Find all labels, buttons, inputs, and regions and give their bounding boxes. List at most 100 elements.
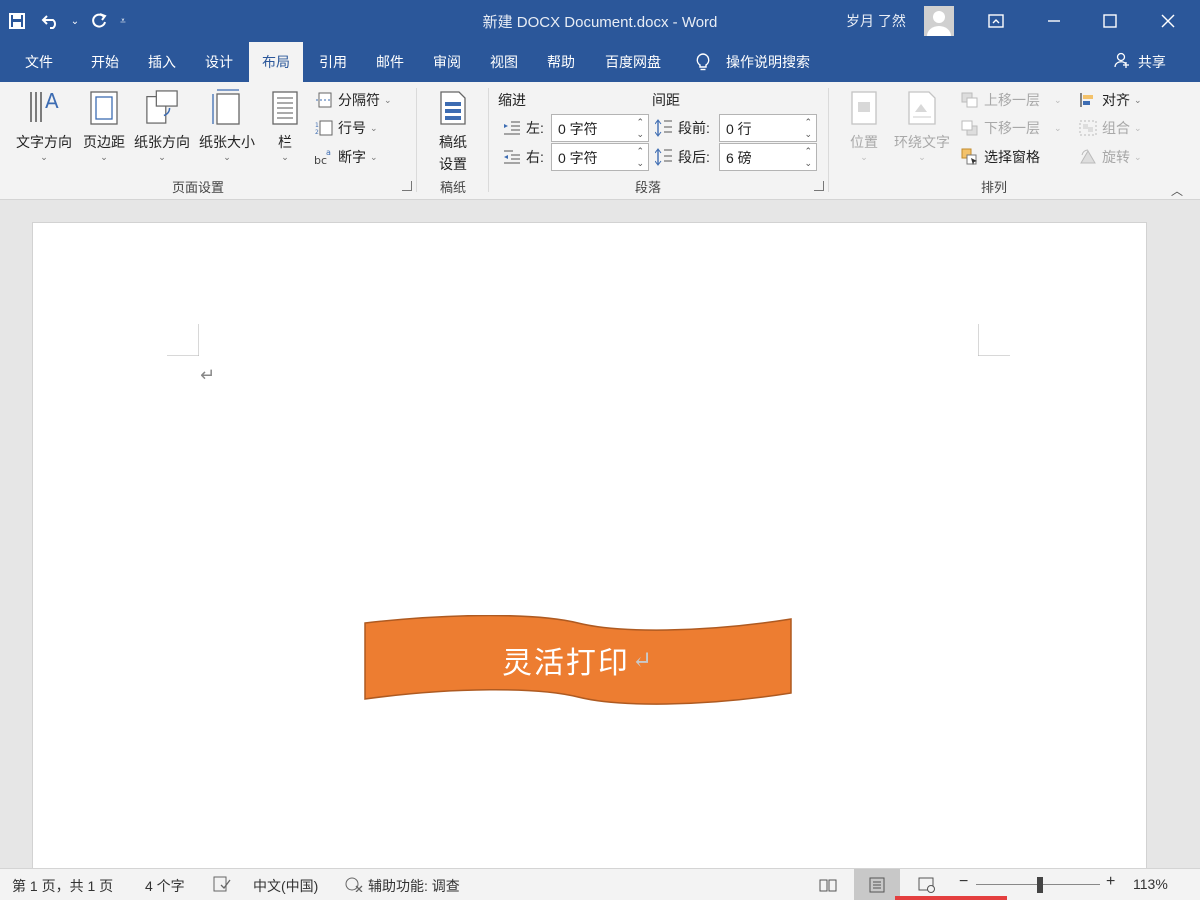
undo-icon[interactable] (34, 0, 68, 42)
wave-banner-shape[interactable]: 灵活打印 ↵ (363, 614, 793, 705)
breaks-button[interactable]: 分隔符 ⌄ (314, 89, 392, 111)
person-icon (1114, 43, 1130, 83)
columns-button[interactable]: 栏 ⌄ (265, 88, 305, 163)
minimize-icon[interactable] (1026, 0, 1082, 42)
indent-left-text: 左: (526, 120, 544, 136)
user-name[interactable]: 岁月 了然 (846, 11, 906, 31)
chevron-down-icon: ⌄ (223, 152, 231, 162)
position-button[interactable]: 位置 ⌄ (842, 88, 886, 163)
indent-right-input[interactable]: 0 字符 ⌃ ⌄ (551, 143, 649, 171)
size-button[interactable]: 纸张大小 ⌄ (195, 88, 259, 163)
orientation-button[interactable]: 纸张方向 ⌄ (130, 88, 194, 163)
send-backward-button[interactable]: 下移一层 ⌄ (960, 117, 1062, 139)
group-divider (828, 88, 829, 192)
size-label: 纸张大小 (199, 134, 255, 150)
close-icon[interactable] (1140, 0, 1196, 42)
zoom-level[interactable]: 113% (1133, 876, 1168, 892)
tab-baidu-netdisk[interactable]: 百度网盘 (596, 42, 670, 82)
chevron-down-icon: ⌄ (860, 152, 868, 162)
quick-access-toolbar: ⌄ ⩡ (0, 0, 130, 42)
zoom-slider-thumb[interactable] (1037, 877, 1043, 893)
tab-insert[interactable]: 插入 (136, 42, 188, 82)
selection-pane-icon (960, 148, 980, 166)
ribbon-display-options-icon[interactable] (968, 0, 1024, 42)
indent-left-input[interactable]: 0 字符 ⌃ ⌄ (551, 114, 649, 142)
tell-me-search[interactable]: 操作说明搜索 (690, 42, 830, 82)
margins-icon (87, 88, 121, 126)
text-direction-button[interactable]: A 文字方向 ⌄ (12, 88, 76, 163)
spin-arrows-icon[interactable]: ⌃ ⌄ (636, 145, 644, 169)
tab-view[interactable]: 视图 (478, 42, 530, 82)
rotate-button[interactable]: 旋转 ⌄ (1078, 146, 1142, 168)
undo-dropdown-icon[interactable]: ⌄ (68, 0, 82, 42)
tab-review[interactable]: 审阅 (421, 42, 473, 82)
align-label: 对齐 (1102, 92, 1130, 108)
tab-home[interactable]: 开始 (78, 42, 132, 82)
spacing-after-text: 段后: (678, 149, 710, 165)
page-setup-launcher-icon[interactable]: launcher (402, 181, 412, 191)
save-icon[interactable] (0, 0, 34, 42)
read-mode-icon[interactable] (805, 869, 851, 900)
selection-pane-button[interactable]: 选择窗格 (960, 146, 1040, 168)
manuscript-settings-button[interactable]: 稿纸 设置 (428, 88, 478, 174)
proofing-icon[interactable] (212, 875, 232, 893)
spacing-after-input[interactable]: 6 磅 ⌃ ⌄ (719, 143, 817, 171)
spin-arrows-icon[interactable]: ⌃ ⌄ (804, 116, 812, 140)
group-button[interactable]: 组合 ⌄ (1078, 117, 1142, 139)
spin-arrows-icon[interactable]: ⌃ ⌄ (636, 116, 644, 140)
banner-text-box[interactable]: 灵活打印 ↵ (363, 615, 793, 705)
zoom-out-button[interactable]: − (959, 873, 968, 891)
line-numbers-button[interactable]: 12 行号 ⌄ (314, 117, 378, 139)
svg-text:a: a (326, 148, 331, 157)
customize-icon[interactable]: ⩡ (116, 0, 130, 42)
document-page[interactable]: ↵ 灵活打印 ↵ (32, 222, 1147, 872)
margin-corner-top-left (167, 324, 199, 356)
indent-right-value: 0 字符 (558, 150, 598, 166)
group-label: 组合 (1102, 120, 1130, 136)
wrap-text-icon (905, 88, 939, 126)
accessibility-icon[interactable] (344, 875, 364, 893)
share-button[interactable]: 共享 (1114, 42, 1166, 82)
redo-icon[interactable] (82, 0, 116, 42)
align-button[interactable]: 对齐 ⌄ (1078, 89, 1142, 111)
page-count[interactable]: 第 1 页，共 1 页 (12, 876, 113, 896)
spacing-before-icon (654, 119, 674, 137)
tab-help[interactable]: 帮助 (535, 42, 587, 82)
ribbon-layout: A 文字方向 ⌄ 页边距 ⌄ 纸张方向 ⌄ 纸张大小 ⌄ 栏 ⌄ 分隔符 ⌄ 1… (0, 82, 1200, 200)
tab-mailings[interactable]: 邮件 (364, 42, 416, 82)
chevron-down-icon: ⌄ (370, 122, 378, 133)
print-layout-icon[interactable] (854, 869, 900, 900)
collapse-ribbon-icon[interactable]: ︿ (1171, 182, 1183, 199)
recording-indicator (895, 896, 1007, 900)
margins-button[interactable]: 页边距 ⌄ (78, 88, 130, 163)
chevron-down-icon: ⌄ (370, 151, 378, 162)
paragraph-mark-icon: ↵ (200, 365, 216, 385)
orientation-icon (145, 88, 179, 126)
zoom-in-button[interactable]: + (1106, 873, 1115, 891)
maximize-icon[interactable] (1082, 0, 1138, 42)
accessibility-status[interactable]: 辅助功能: 调查 (368, 876, 460, 896)
avatar[interactable] (924, 6, 954, 36)
bring-forward-button[interactable]: 上移一层 ⌄ (960, 89, 1062, 111)
chevron-down-icon: ⌄ (1134, 122, 1142, 133)
manuscript-label-line2: 设置 (439, 156, 467, 172)
language[interactable]: 中文(中国) (253, 876, 318, 896)
word-count[interactable]: 4 个字 (145, 876, 185, 896)
paragraph-group-label: 段落 (634, 180, 661, 195)
send-backward-icon (960, 119, 980, 137)
hyphenation-button[interactable]: bc a 断字 ⌄ (314, 146, 378, 168)
rotate-label: 旋转 (1102, 149, 1130, 165)
spacing-before-input[interactable]: 0 行 ⌃ ⌄ (719, 114, 817, 142)
chevron-down-icon: ⌄ (1054, 122, 1062, 133)
tab-layout[interactable]: 布局 (249, 42, 303, 82)
tab-file[interactable]: 文件 (14, 42, 64, 82)
chevron-down-icon: ⌄ (100, 152, 108, 162)
indent-left-icon (502, 119, 522, 137)
line-numbers-label: 行号 (338, 120, 366, 136)
tab-references[interactable]: 引用 (308, 42, 358, 82)
tab-design[interactable]: 设计 (193, 42, 245, 82)
wrap-text-button[interactable]: 环绕文字 ⌄ (890, 88, 954, 163)
paragraph-launcher-icon[interactable]: launcher (814, 181, 824, 191)
chevron-down-icon: ⌄ (40, 152, 48, 162)
spin-arrows-icon[interactable]: ⌃ ⌄ (804, 145, 812, 169)
